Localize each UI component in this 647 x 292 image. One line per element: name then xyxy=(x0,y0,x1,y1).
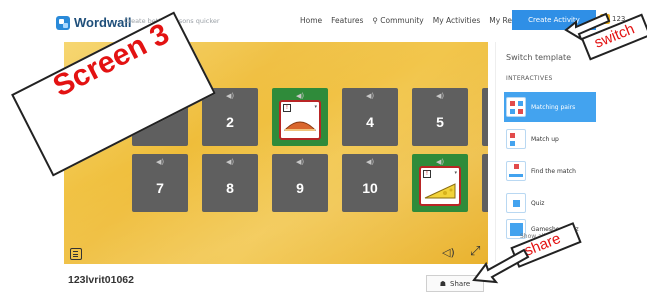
tile-number: 8 xyxy=(226,180,234,196)
share-button[interactable]: ☗ Share xyxy=(426,275,484,292)
speaker-icon: ◀) xyxy=(296,92,305,100)
template-matching-pairs[interactable]: Matching pairs xyxy=(504,92,596,122)
main-nav: Home Features ⚲ Community My Activities … xyxy=(300,16,530,25)
wordwall-logo-icon xyxy=(56,15,70,30)
template-label: Match up xyxy=(531,135,559,143)
tile-9[interactable]: ◀) 9 xyxy=(272,154,328,212)
template-label: Quiz xyxy=(531,199,545,207)
panel-title: Switch template xyxy=(506,53,572,62)
tile-12[interactable]: ◀) 12 xyxy=(482,154,488,212)
tile-number: 6 xyxy=(482,114,488,130)
tile-number: 7 xyxy=(156,180,164,196)
picture-card-pizza: ! ▾ xyxy=(279,100,321,140)
quiz-icon xyxy=(506,193,526,213)
top-bar: Wordwall Create better lessons quicker H… xyxy=(0,0,647,44)
user-share-icon: ☗ xyxy=(439,279,447,288)
template-find-the-match[interactable]: Find the match xyxy=(504,156,596,186)
tile-3-revealed[interactable]: ◀) ! ▾ xyxy=(272,88,328,146)
wordwall-page: Wordwall Create better lessons quicker H… xyxy=(0,0,647,292)
tile-number: 12 xyxy=(482,180,488,196)
switch-template-panel: Switch template INTERACTIVES Matching pa… xyxy=(495,42,599,262)
panel-subtitle: INTERACTIVES xyxy=(506,75,553,82)
matching-pairs-icon xyxy=(506,97,526,117)
speaker-icon: ◀) xyxy=(296,158,305,166)
fullscreen-icon[interactable]: ⤢ xyxy=(470,244,480,259)
speaker-icon: ◀) xyxy=(226,92,235,100)
nav-community-label: Community xyxy=(380,16,424,25)
card-symbol: ! xyxy=(283,104,291,112)
tile-7[interactable]: ◀) 7 xyxy=(132,154,188,212)
volume-icon[interactable]: ◁) xyxy=(442,246,455,259)
tile-11-revealed[interactable]: ◀) ! ▾ xyxy=(412,154,468,212)
template-label: Find the match xyxy=(531,167,576,175)
card-mark: ▾ xyxy=(314,104,317,110)
match-up-icon xyxy=(506,129,526,149)
template-match-up[interactable]: Match up xyxy=(504,124,596,154)
tile-6[interactable]: ◀) 6 xyxy=(482,88,488,146)
cheese-icon xyxy=(424,183,456,199)
tile-number: 2 xyxy=(226,114,234,130)
tile-number: 9 xyxy=(296,180,304,196)
share-label: Share xyxy=(450,279,471,288)
tile-4[interactable]: ◀) 4 xyxy=(342,88,398,146)
card-symbol: ! xyxy=(423,170,431,178)
logo-text: Wordwall xyxy=(74,15,132,30)
speaker-icon: ◀) xyxy=(366,92,375,100)
speaker-icon: ◀) xyxy=(366,158,375,166)
menu-icon[interactable] xyxy=(70,248,82,260)
tile-number: 10 xyxy=(362,180,378,196)
speaker-icon: ◀) xyxy=(436,158,445,166)
find-the-match-icon xyxy=(506,161,526,181)
speaker-icon: ◀) xyxy=(156,158,165,166)
nav-features[interactable]: Features xyxy=(331,16,363,25)
picture-card-cheese: ! ▾ xyxy=(419,166,461,206)
pizza-icon xyxy=(283,121,317,131)
card-mark: ▾ xyxy=(454,170,457,176)
nav-home[interactable]: Home xyxy=(300,16,322,25)
wordwall-logo[interactable]: Wordwall xyxy=(56,15,132,30)
tile-5[interactable]: ◀) 5 xyxy=(412,88,468,146)
nav-my-activities[interactable]: My Activities xyxy=(433,16,481,25)
speaker-icon: ◀) xyxy=(226,158,235,166)
tile-number: 4 xyxy=(366,114,374,130)
tile-8[interactable]: ◀) 8 xyxy=(202,154,258,212)
avatar xyxy=(600,14,610,24)
template-label: Matching pairs xyxy=(531,103,576,111)
activity-title: 123lvrit01062 xyxy=(68,274,134,286)
tile-10[interactable]: ◀) 10 xyxy=(342,154,398,212)
create-activity-button[interactable]: Create Activity xyxy=(512,10,596,30)
tile-number: 5 xyxy=(436,114,444,130)
speaker-icon: ◀) xyxy=(436,92,445,100)
tile-2[interactable]: ◀) 2 xyxy=(202,88,258,146)
nav-community[interactable]: ⚲ Community xyxy=(372,16,423,25)
